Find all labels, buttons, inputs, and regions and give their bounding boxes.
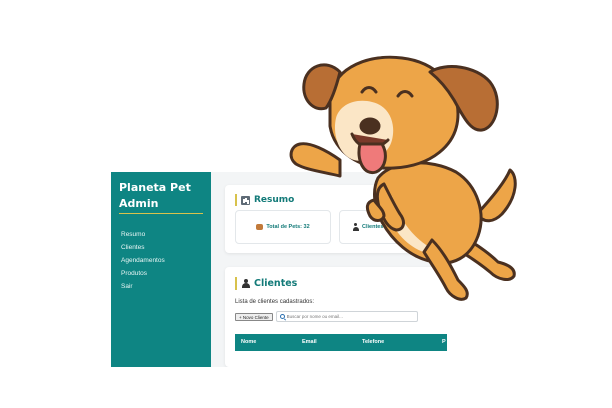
column-header-telefone: Telefone xyxy=(362,339,385,345)
main-content: Resumo Total de Pets: 32 Clientes: 18 Cl… xyxy=(211,172,447,367)
sidebar-item-sair[interactable]: Sair xyxy=(121,280,165,293)
sidebar-nav: Resumo Clientes Agendamentos Produtos Sa… xyxy=(121,228,165,293)
stat-total-pets: Total de Pets: 32 xyxy=(235,210,331,244)
stat-clientes-label: Clientes: 18 xyxy=(362,224,393,230)
sidebar-item-produtos[interactable]: Produtos xyxy=(121,267,165,280)
person-icon xyxy=(241,278,250,289)
search-icon xyxy=(279,314,285,319)
resumo-title: Resumo xyxy=(235,194,294,206)
search-box[interactable] xyxy=(275,311,418,322)
column-header-partial: P xyxy=(442,339,446,345)
sidebar-item-resumo[interactable]: Resumo xyxy=(121,228,165,241)
sidebar: Planeta Pet Admin Resumo Clientes Agenda… xyxy=(111,172,211,367)
resumo-card: Resumo Total de Pets: 32 Clientes: 18 xyxy=(225,185,447,253)
pet-icon xyxy=(256,224,264,230)
sidebar-item-clientes[interactable]: Clientes xyxy=(121,241,165,254)
stat-clientes: Clientes: 18 xyxy=(339,210,435,244)
new-client-button[interactable]: + Novo Cliente xyxy=(235,312,273,321)
admin-window: Planeta Pet Admin Resumo Clientes Agenda… xyxy=(111,172,447,367)
brand-divider xyxy=(119,213,203,214)
stat-total-pets-label: Total de Pets: 32 xyxy=(266,224,310,230)
clientes-toolbar: + Novo Cliente xyxy=(235,311,418,322)
clientes-subtitle: Lista de clientes cadastrados: xyxy=(235,299,315,305)
column-header-email: Email xyxy=(302,339,317,345)
sidebar-item-agendamentos[interactable]: Agendamentos xyxy=(121,254,165,267)
person-icon xyxy=(352,223,359,231)
bar-chart-icon xyxy=(241,195,250,205)
table-header: Nome Email Telefone P xyxy=(235,334,447,351)
brand-title: Planeta Pet Admin xyxy=(119,181,191,210)
resumo-title-text: Resumo xyxy=(254,195,295,205)
clientes-card: Clientes Lista de clientes cadastrados: … xyxy=(225,267,447,367)
clientes-title: Clientes xyxy=(235,277,297,290)
column-header-nome: Nome xyxy=(241,339,257,345)
screenshot-stage: Planeta Pet Admin Resumo Clientes Agenda… xyxy=(0,0,612,408)
search-input[interactable] xyxy=(286,312,407,321)
clientes-title-text: Clientes xyxy=(254,278,298,289)
